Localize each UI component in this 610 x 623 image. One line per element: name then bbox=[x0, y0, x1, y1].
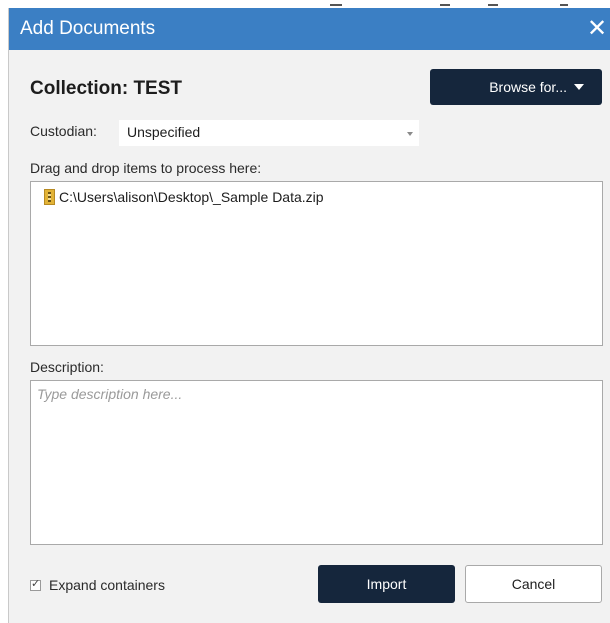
drop-area-label: Drag and drop items to process here: bbox=[30, 160, 262, 176]
expand-containers-checkbox[interactable]: ✓ bbox=[30, 577, 41, 591]
dialog-title: Add Documents bbox=[20, 18, 156, 39]
cancel-button[interactable]: Cancel bbox=[465, 565, 602, 603]
file-path: C:\Users\alison\Desktop\_Sample Data.zip bbox=[59, 189, 324, 205]
zip-file-icon bbox=[44, 189, 55, 205]
browse-for-label: Browse for... bbox=[489, 79, 567, 95]
browse-for-button[interactable]: Browse for... bbox=[430, 69, 602, 105]
background-fragment bbox=[330, 4, 342, 6]
custodian-selected-value: Unspecified bbox=[127, 124, 201, 140]
list-item[interactable]: C:\Users\alison\Desktop\_Sample Data.zip bbox=[44, 189, 324, 205]
dialog-titlebar: Add Documents ✕ bbox=[9, 8, 610, 50]
description-field[interactable] bbox=[30, 380, 603, 545]
background-fragment bbox=[440, 4, 450, 6]
expand-containers-label: Expand containers bbox=[49, 577, 165, 593]
chevron-down-icon bbox=[574, 84, 584, 90]
custodian-dropdown[interactable]: Unspecified bbox=[119, 120, 419, 146]
import-button[interactable]: Import bbox=[318, 565, 455, 603]
drop-area[interactable]: C:\Users\alison\Desktop\_Sample Data.zip bbox=[30, 181, 603, 346]
collection-heading: Collection: TEST bbox=[30, 78, 182, 99]
background-fragment bbox=[488, 4, 498, 6]
expand-containers-option[interactable]: ✓ Expand containers bbox=[30, 577, 165, 593]
checkmark-icon: ✓ bbox=[31, 577, 41, 590]
description-label: Description: bbox=[30, 359, 104, 375]
close-icon[interactable]: ✕ bbox=[583, 12, 610, 46]
background-fragment bbox=[560, 4, 568, 6]
custodian-label: Custodian: bbox=[30, 123, 97, 139]
dropdown-arrow-icon bbox=[407, 132, 413, 136]
add-documents-dialog: Add Documents ✕ Collection: TEST Browse … bbox=[8, 8, 610, 623]
